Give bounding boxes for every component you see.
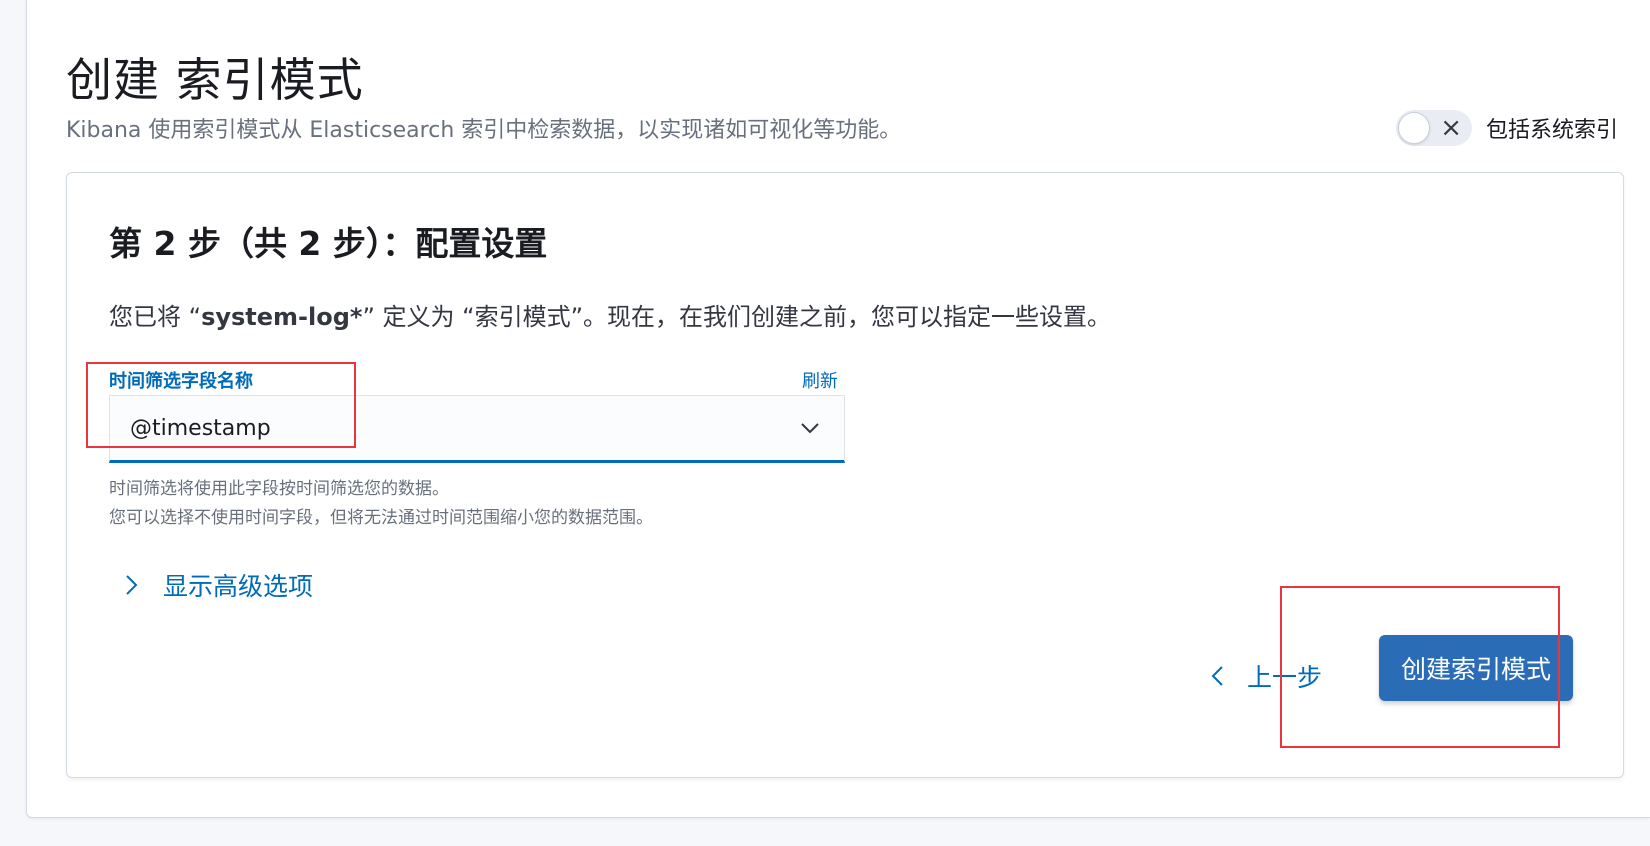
time-field-value: @timestamp — [130, 415, 271, 441]
show-advanced-options-button[interactable]: 显示高级选项 — [123, 567, 313, 603]
page-subtitle: Kibana 使用索引模式从 Elasticsearch 索引中检索数据，以实现… — [66, 118, 902, 143]
help-line-1: 时间筛选将使用此字段按时间筛选您的数据。 — [109, 479, 449, 499]
time-field-help: 时间筛选将使用此字段按时间筛选您的数据。 您可以选择不使用时间字段，但将无法通过… — [109, 475, 653, 533]
toggle-switch[interactable]: × — [1396, 110, 1472, 146]
toggle-knob — [1398, 112, 1430, 144]
chevron-right-icon — [126, 575, 138, 595]
page-title: 创建 索引模式 — [66, 53, 364, 107]
chevron-down-icon — [801, 423, 819, 434]
help-line-2: 您可以选择不使用时间字段，但将无法通过时间范围缩小您的数据范围。 — [109, 508, 653, 528]
include-system-indices-label: 包括系统索引 — [1486, 118, 1619, 143]
step-title: 第 2 步（共 2 步）：配置设置 — [109, 224, 548, 263]
time-field-select[interactable]: @timestamp — [109, 395, 845, 463]
back-button-label: 上一步 — [1247, 663, 1323, 692]
step-description: 您已将 “system-log*” 定义为 “索引模式”。现在，在我们创建之前，… — [109, 297, 1111, 332]
time-field-label: 时间筛选字段名称 — [109, 371, 253, 392]
step-desc-suffix: ” 定义为 “索引模式”。现在，在我们创建之前，您可以指定一些设置。 — [362, 303, 1112, 331]
include-system-indices-toggle[interactable]: × 包括系统索引 — [1396, 110, 1618, 146]
create-index-pattern-button[interactable]: 创建索引模式 — [1379, 635, 1573, 701]
index-pattern-name: system-log* — [201, 303, 363, 331]
step-desc-prefix: 您已将 “ — [109, 303, 202, 331]
step-card: 第 2 步（共 2 步）：配置设置 您已将 “system-log*” 定义为 … — [66, 172, 1624, 778]
refresh-link[interactable]: 刷新 — [802, 367, 838, 393]
show-advanced-options-label: 显示高级选项 — [163, 572, 314, 601]
close-icon: × — [1440, 113, 1462, 143]
chevron-left-icon — [1211, 666, 1223, 686]
back-button[interactable]: 上一步 — [1209, 658, 1322, 694]
